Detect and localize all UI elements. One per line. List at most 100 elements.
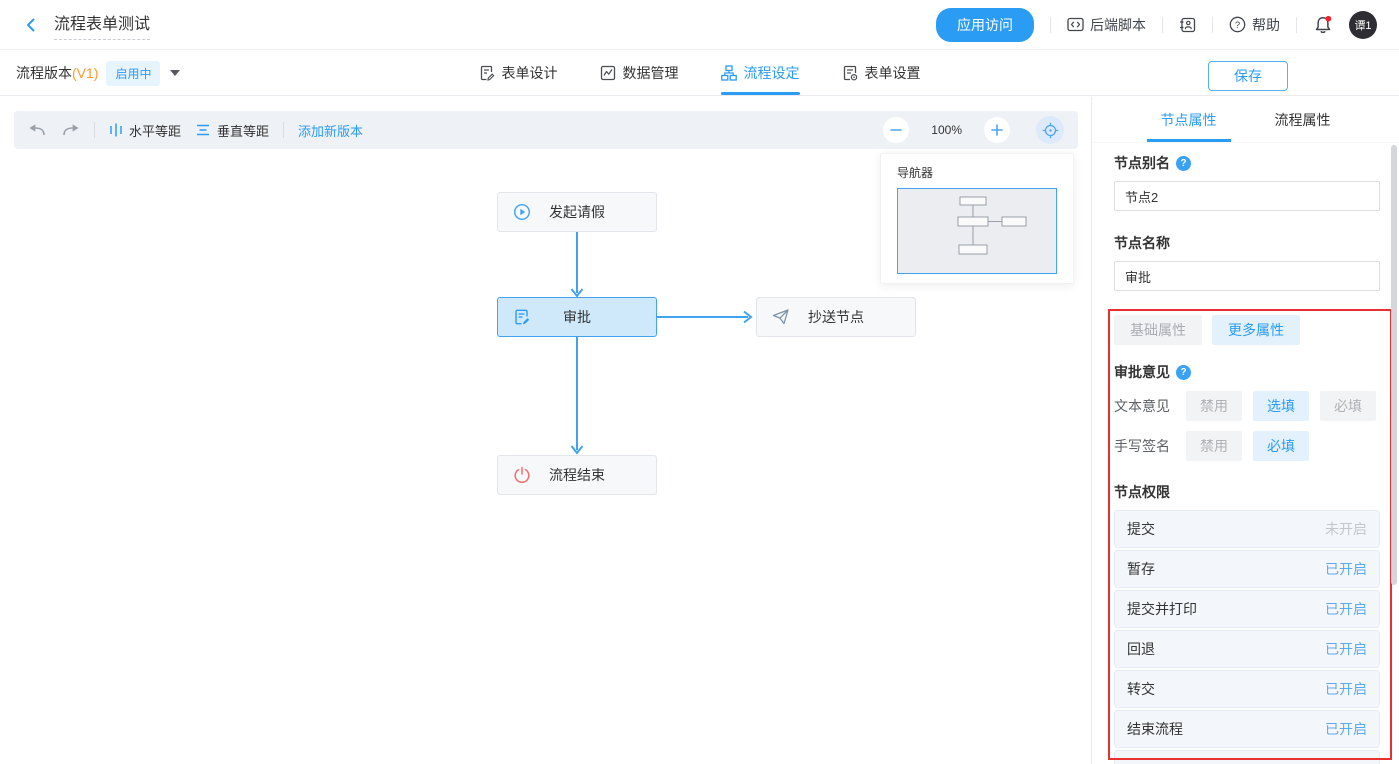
svg-text:?: ? <box>1235 20 1240 31</box>
divider <box>1212 17 1213 33</box>
tab-form-settings[interactable]: 表单设置 <box>842 51 921 95</box>
undo-icon <box>28 122 47 138</box>
approval-opinion-label: 审批意见 ? <box>1114 362 1191 382</box>
play-icon <box>513 203 531 221</box>
page-title: 流程表单测试 <box>54 10 150 40</box>
backend-script-button[interactable]: 后端脚本 <box>1067 15 1146 35</box>
backend-script-label: 后端脚本 <box>1090 15 1146 35</box>
navigator-title: 导航器 <box>881 154 1073 188</box>
tab-label: 数据管理 <box>623 63 679 83</box>
status-badge: 已开启 <box>1325 639 1367 659</box>
vertical-spacing-icon <box>195 123 211 137</box>
tab-node-properties[interactable]: 节点属性 <box>1161 97 1217 142</box>
divider <box>94 122 95 138</box>
permission-row-draft[interactable]: 暂存 已开启 <box>1114 550 1380 588</box>
node-permission-label: 节点权限 <box>1114 482 1170 502</box>
horizontal-spacing-button[interactable]: 水平等距 <box>109 121 181 140</box>
horizontal-spacing-label: 水平等距 <box>129 121 181 140</box>
tab-flow-settings[interactable]: 流程设定 <box>721 51 800 95</box>
minus-icon <box>890 124 902 136</box>
node-cc[interactable]: 抄送节点 <box>756 297 916 337</box>
main-area: 水平等距 垂直等距 添加新版本 <box>0 97 1399 764</box>
more-attributes-button[interactable]: 更多属性 <box>1212 315 1300 345</box>
basic-attributes-button[interactable]: 基础属性 <box>1114 315 1202 345</box>
horizontal-spacing-icon <box>109 122 123 138</box>
canvas-toolbar: 水平等距 垂直等距 添加新版本 <box>14 111 1078 149</box>
help-button[interactable]: ? 帮助 <box>1229 15 1280 35</box>
permission-row-transfer[interactable]: 转交 已开启 <box>1114 670 1380 708</box>
text-opinion-disable-button[interactable]: 禁用 <box>1186 391 1242 421</box>
back-button[interactable] <box>22 16 40 34</box>
form-design-icon <box>479 65 495 81</box>
contacts-button[interactable] <box>1179 17 1196 33</box>
node-start[interactable]: 发起请假 <box>497 192 657 232</box>
plus-icon <box>991 124 1003 136</box>
node-alias-input[interactable] <box>1114 181 1380 211</box>
avatar[interactable]: 谭1 <box>1349 11 1377 39</box>
node-end[interactable]: 流程结束 <box>497 455 657 495</box>
text-opinion-label: 文本意见 <box>1114 396 1174 416</box>
divider <box>283 122 284 138</box>
version-label: 流程版本(V1) <box>16 63 98 83</box>
edit-icon <box>513 308 531 326</box>
add-version-link[interactable]: 添加新版本 <box>298 121 363 140</box>
zoom-in-button[interactable] <box>984 117 1010 143</box>
status-badge: 已开启 <box>1325 559 1367 579</box>
permission-row-rollback[interactable]: 回退 已开启 <box>1114 630 1380 668</box>
undo-button[interactable] <box>28 122 47 138</box>
zoom-level: 100% <box>931 123 962 137</box>
permission-row-submit-print[interactable]: 提交并打印 已开启 <box>1114 590 1380 628</box>
zoom-out-button[interactable] <box>883 117 909 143</box>
form-settings-icon <box>842 65 858 81</box>
version-tag: (V1) <box>72 65 98 81</box>
permission-list: 提交 未开启 暂存 已开启 提交并打印 已开启 回退 已开启 转交 已开启 <box>1114 510 1380 764</box>
node-name-label: 节点名称 <box>1114 233 1170 253</box>
power-icon <box>513 466 531 484</box>
workflow-designer-page: 流程表单测试 应用访问 后端脚本 <box>0 0 1399 764</box>
status-badge: 已开启 <box>1325 719 1367 739</box>
permission-row-submit[interactable]: 提交 未开启 <box>1114 510 1380 548</box>
save-button[interactable]: 保存 <box>1208 61 1288 91</box>
data-chart-icon <box>600 65 616 81</box>
chevron-down-icon[interactable] <box>170 70 180 76</box>
vertical-spacing-button[interactable]: 垂直等距 <box>195 121 269 140</box>
navigator-thumbnail[interactable] <box>897 188 1057 274</box>
signature-label: 手写签名 <box>1114 436 1174 456</box>
flow-icon <box>721 65 737 81</box>
signature-row: 手写签名 禁用 必填 <box>1114 431 1320 461</box>
node-label: 流程结束 <box>549 465 605 485</box>
tab-flow-properties[interactable]: 流程属性 <box>1275 97 1331 142</box>
node-name-input[interactable] <box>1114 261 1380 291</box>
tab-form-design[interactable]: 表单设计 <box>479 51 558 95</box>
attribute-tabs: 基础属性 更多属性 <box>1114 315 1300 345</box>
alias-help-icon[interactable]: ? <box>1176 156 1191 171</box>
notifications-button[interactable] <box>1313 15 1333 35</box>
panel-scrollbar[interactable] <box>1391 145 1397 585</box>
locate-icon <box>1042 122 1059 139</box>
text-opinion-optional-button[interactable]: 选填 <box>1253 391 1309 421</box>
tab-label: 表单设计 <box>502 63 558 83</box>
permission-row-partial[interactable] <box>1114 750 1380 764</box>
node-alias-label: 节点别名 ? <box>1114 153 1191 173</box>
tab-data-management[interactable]: 数据管理 <box>600 51 679 95</box>
app-access-button[interactable]: 应用访问 <box>936 8 1034 42</box>
main-tabs: 表单设计 数据管理 流程设定 <box>479 51 921 95</box>
signature-required-button[interactable]: 必填 <box>1253 431 1309 461</box>
header-actions: 应用访问 后端脚本 <box>936 8 1377 42</box>
panel-tabs: 节点属性 流程属性 <box>1092 97 1399 143</box>
signature-disable-button[interactable]: 禁用 <box>1186 431 1242 461</box>
redo-button[interactable] <box>61 122 80 138</box>
text-opinion-required-button[interactable]: 必填 <box>1320 391 1376 421</box>
send-icon <box>772 309 790 326</box>
flow-canvas[interactable]: 水平等距 垂直等距 添加新版本 <box>0 97 1091 764</box>
opinion-help-icon[interactable]: ? <box>1176 365 1191 380</box>
permission-row-end-flow[interactable]: 结束流程 已开启 <box>1114 710 1380 748</box>
bell-icon <box>1313 15 1333 35</box>
node-approval[interactable]: 审批 <box>497 297 657 337</box>
notification-dot <box>1326 15 1332 21</box>
text-opinion-row: 文本意见 禁用 选填 必填 <box>1114 391 1387 421</box>
fit-view-button[interactable] <box>1036 116 1064 144</box>
node-label: 审批 <box>563 307 591 327</box>
status-badge: 已开启 <box>1325 679 1367 699</box>
status-badge: 已开启 <box>1325 599 1367 619</box>
